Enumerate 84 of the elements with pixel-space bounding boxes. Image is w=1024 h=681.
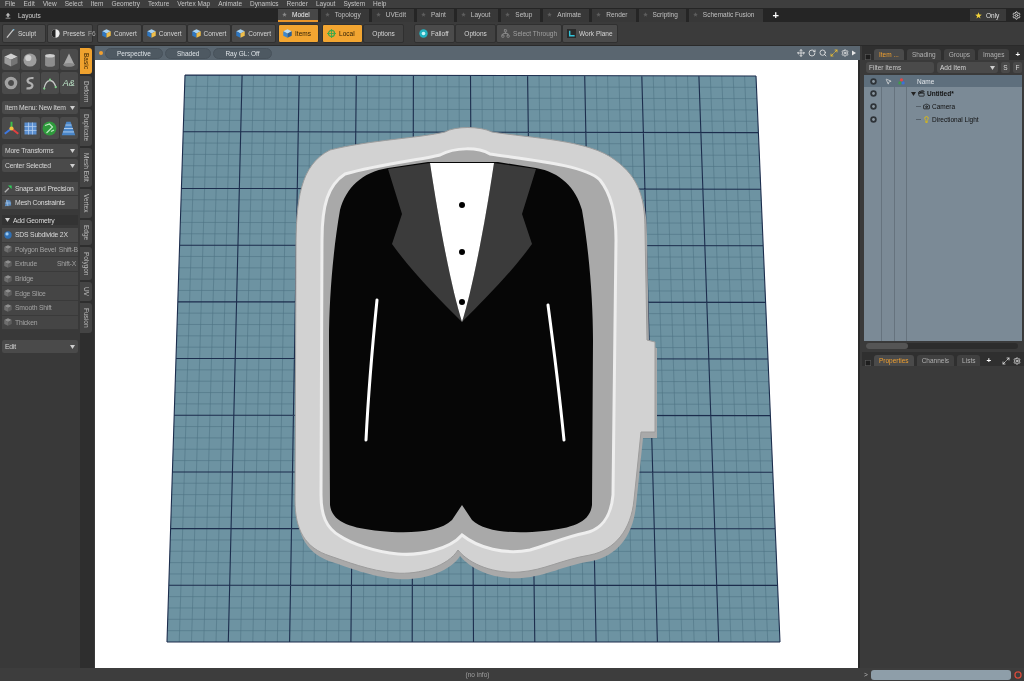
half-circle-icon [51, 29, 60, 38]
star-icon [547, 11, 553, 17]
disc-icon [419, 29, 429, 38]
square-icon [865, 54, 871, 60]
cube-icon [283, 29, 293, 38]
cone-icon [61, 52, 76, 67]
primitive-button[interactable] [21, 49, 40, 70]
caret-icon [70, 148, 75, 153]
primitive-button[interactable] [40, 72, 59, 94]
settings-icon[interactable] [1012, 10, 1021, 20]
star-icon [460, 11, 466, 17]
cube-icon [146, 29, 156, 38]
star-icon [596, 11, 602, 17]
caret-icon [990, 65, 995, 70]
transform-button[interactable] [40, 117, 59, 139]
transform-button[interactable] [59, 117, 78, 139]
primitive-button[interactable] [21, 72, 40, 94]
star-icon [505, 11, 511, 17]
cube-icon [236, 29, 246, 38]
cube-icon [4, 274, 12, 283]
search-icon[interactable] [819, 49, 827, 57]
star-icon [375, 11, 381, 17]
cylinder-icon [42, 52, 57, 67]
primitive-button[interactable] [2, 49, 21, 70]
globe-icon [42, 120, 58, 136]
striped-pyramid-icon [61, 120, 77, 136]
primitive-button[interactable] [40, 49, 59, 70]
curve-icon [42, 76, 57, 90]
settings-icon[interactable] [1013, 356, 1021, 365]
text-tool-button[interactable]: A& [59, 72, 78, 94]
command-field[interactable] [870, 669, 1011, 680]
settings-icon[interactable] [841, 49, 849, 57]
star-icon [975, 11, 982, 19]
sphere-icon [4, 230, 12, 239]
pointer-icon [885, 77, 892, 85]
grid-cube-icon [22, 120, 38, 136]
lightbulb-icon [923, 116, 930, 123]
cube-icon [4, 260, 12, 268]
caret-icon[interactable] [852, 50, 856, 56]
transform-button[interactable] [21, 117, 40, 139]
mesh-icon [4, 198, 12, 207]
arrow-up-icon [5, 11, 11, 19]
cube-icon [4, 245, 12, 254]
caret-icon [70, 105, 75, 110]
corner-icon [567, 29, 577, 38]
scrollbar-track[interactable] [866, 343, 1018, 349]
primitive-button[interactable] [2, 72, 21, 94]
crosshair-icon [327, 29, 337, 38]
add-layout-button[interactable]: + [769, 10, 782, 20]
caret-icon [70, 344, 75, 349]
star-icon [642, 11, 648, 17]
tree-connector [916, 119, 921, 120]
cube-icon [102, 29, 111, 38]
star-icon [692, 11, 698, 17]
cube-icon [4, 318, 12, 327]
sphere-icon [23, 52, 38, 67]
cube-icon [4, 52, 19, 67]
clapperboard-icon [918, 90, 925, 97]
add-tab-button[interactable]: + [1012, 50, 1024, 60]
move-icon[interactable] [797, 49, 805, 57]
cube-icon [191, 29, 201, 38]
caret-icon [70, 163, 75, 168]
hierarchy-icon [501, 29, 511, 38]
tree-connector [916, 106, 921, 107]
star-icon [421, 11, 426, 17]
camera-icon [923, 103, 930, 110]
brush-icon [6, 29, 15, 38]
add-tab-button[interactable]: + [983, 356, 995, 366]
color-dots-icon [897, 77, 905, 85]
dot-icon [99, 51, 103, 55]
rotate-icon[interactable] [808, 49, 816, 57]
ring-icon [1014, 670, 1022, 679]
cube-icon [4, 289, 12, 298]
axes-icon [3, 120, 19, 136]
expand-icon[interactable] [1002, 356, 1010, 365]
cube-icon [4, 303, 12, 312]
star-icon [324, 11, 330, 17]
scrollbar-thumb[interactable] [866, 343, 908, 349]
star-icon [282, 11, 287, 17]
torus-icon [4, 76, 19, 90]
transform-button[interactable] [2, 117, 21, 139]
square-icon [865, 360, 871, 366]
arrow-icon [4, 184, 12, 193]
primitive-button[interactable] [59, 49, 78, 70]
